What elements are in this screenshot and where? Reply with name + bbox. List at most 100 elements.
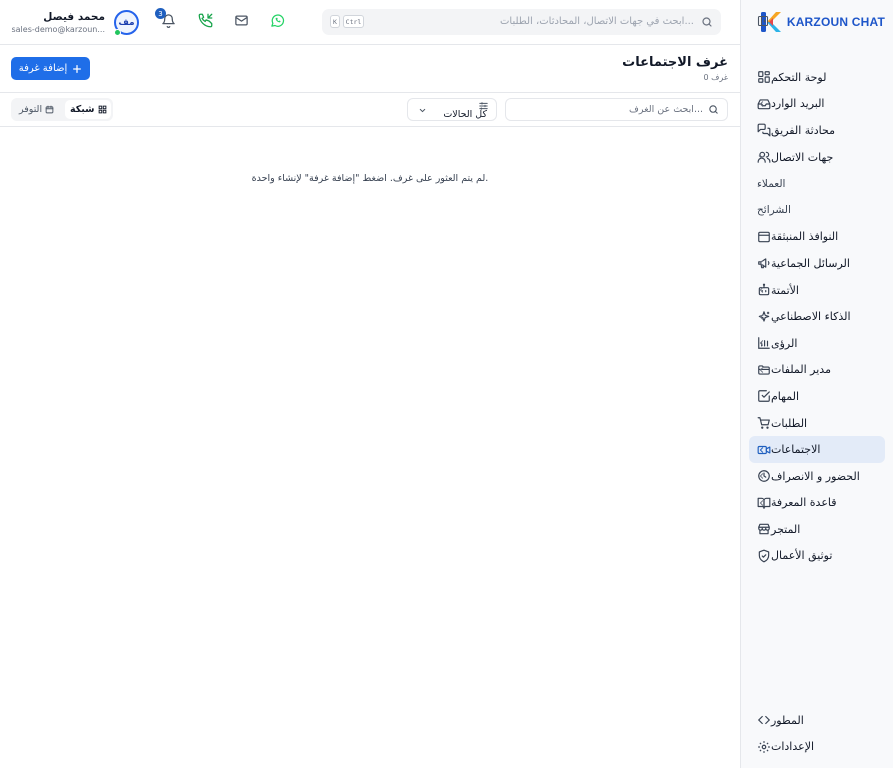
sidebar-item-broadcasts[interactable]: الرسائل الجماعية xyxy=(749,250,885,277)
brand-name: KARZOUN CHAT xyxy=(786,15,885,29)
view-grid-tab[interactable]: شبكة xyxy=(65,100,111,119)
shortcut-ctrl-key: Ctrl xyxy=(343,15,364,28)
add-room-button[interactable]: إضافة غرفة xyxy=(11,57,90,80)
status-filter-value: كل الحالات xyxy=(443,109,487,120)
user-email: sales-demo@karzoun... xyxy=(11,25,105,34)
chevron-left-icon xyxy=(757,286,766,295)
sidebar-item-developer[interactable]: المطور xyxy=(749,707,885,734)
sidebar-item-attendance[interactable]: الحضور و الانصراف xyxy=(749,463,885,490)
chevron-down-icon xyxy=(418,106,427,115)
global-search[interactable]: ابحث في جهات الاتصال، المحادثات، الطلبات… xyxy=(322,9,721,35)
sidebar-item-label: المطور xyxy=(771,713,804,727)
sidebar: KARZOUN CHAT لوحة التحكم البريد الوارد م… xyxy=(740,0,893,768)
rooms-count: 0 غرف xyxy=(703,73,728,82)
sidebar-item-dashboard[interactable]: لوحة التحكم xyxy=(749,64,885,91)
sidebar-item-label: قاعدة المعرفة xyxy=(771,496,837,510)
chevron-left-icon xyxy=(757,498,766,507)
chevron-left-icon xyxy=(757,99,766,108)
whatsapp-icon[interactable] xyxy=(270,13,285,28)
sidebar-item-label: البريد الوارد xyxy=(771,97,825,111)
sidebar-item-label: الرؤى xyxy=(771,336,798,350)
sidebar-item-ai[interactable]: الذكاء الاصطناعي xyxy=(749,303,885,330)
global-search-placeholder: ابحث في جهات الاتصال، المحادثات، الطلبات… xyxy=(500,16,694,27)
online-status-dot xyxy=(114,29,121,36)
sidebar-item-file-manager[interactable]: مدير الملفات xyxy=(749,357,885,384)
sidebar-item-automation[interactable]: الأتمتة xyxy=(749,277,885,304)
sidebar-subitem-segments[interactable]: الشرائح xyxy=(749,197,885,224)
sidebar-item-meetings[interactable]: الاجتماعات xyxy=(749,436,885,463)
chevron-left-icon xyxy=(757,259,766,268)
code-icon xyxy=(757,713,771,727)
sidebar-nav: لوحة التحكم البريد الوارد محادثة الفريق … xyxy=(749,64,885,569)
sidebar-item-knowledge-base[interactable]: قاعدة المعرفة xyxy=(749,490,885,517)
sidebar-item-popups[interactable]: النوافذ المنبثقة xyxy=(749,224,885,251)
view-toggle: شبكة التوفر xyxy=(11,98,113,121)
page-title: غرف الاجتماعات xyxy=(622,55,728,70)
view-grid-label: شبكة xyxy=(70,104,95,115)
rooms-toolbar: ابحث عن الغرف... كل الحالات شبكة التوفر xyxy=(0,93,740,127)
store-icon xyxy=(757,522,771,536)
mail-icon[interactable] xyxy=(234,13,249,28)
gear-icon xyxy=(757,740,771,754)
chevron-left-icon xyxy=(757,365,766,374)
sidebar-item-label: مدير الملفات xyxy=(771,363,831,377)
chevron-left-icon xyxy=(757,339,766,348)
sidebar-item-label: الإعدادات xyxy=(771,740,815,754)
brand-logo[interactable]: KARZOUN CHAT xyxy=(759,10,885,34)
rooms-search-placeholder: ابحث عن الغرف... xyxy=(629,104,703,115)
sidebar-item-label: العملاء xyxy=(757,177,786,190)
sidebar-item-business-verification[interactable]: توثيق الأعمال xyxy=(749,543,885,570)
sidebar-item-inbox[interactable]: البريد الوارد xyxy=(749,91,885,118)
sidebar-item-label: جهات الاتصال xyxy=(771,150,834,164)
sidebar-item-label: الاجتماعات xyxy=(771,443,821,457)
sidebar-item-label: الذكاء الاصطناعي xyxy=(771,310,851,324)
sidebar-item-label: النوافذ المنبثقة xyxy=(771,230,839,244)
view-availability-tab[interactable]: التوفر xyxy=(14,100,62,119)
phone-incoming-icon[interactable] xyxy=(198,13,213,28)
sidebar-item-label: الطلبات xyxy=(771,416,808,430)
sidebar-item-label: توثيق الأعمال xyxy=(771,549,833,563)
notification-count-badge: 3 xyxy=(155,8,166,19)
sidebar-item-label: المهام xyxy=(771,389,799,403)
team-chat-icon xyxy=(757,123,771,137)
sidebar-item-label: الشرائح xyxy=(757,204,791,217)
dashboard-icon xyxy=(757,70,771,84)
popup-window-icon xyxy=(757,230,771,244)
top-header: ابحث في جهات الاتصال، المحادثات، الطلبات… xyxy=(0,0,740,45)
calendar-icon xyxy=(45,105,54,114)
sidebar-subitem-customers[interactable]: العملاء xyxy=(749,170,885,197)
cart-icon xyxy=(757,416,771,430)
sidebar-item-label: محادثة الفريق xyxy=(771,123,835,137)
sidebar-item-label: لوحة التحكم xyxy=(771,70,827,84)
rooms-search-input[interactable]: ابحث عن الغرف... xyxy=(505,98,728,121)
page-header: غرف الاجتماعات 0 غرف إضافة غرفة xyxy=(0,45,740,93)
add-room-label: إضافة غرفة xyxy=(18,63,68,74)
checkbox-icon xyxy=(757,389,771,403)
sidebar-item-orders[interactable]: الطلبات xyxy=(749,410,885,437)
empty-state-message: لم يتم العثور على غرف. اضغط "إضافة غرفة"… xyxy=(251,173,489,184)
status-filter-select[interactable]: كل الحالات xyxy=(407,98,497,121)
chevron-down-icon xyxy=(757,153,766,162)
chevron-left-icon xyxy=(757,445,766,454)
sidebar-item-tasks[interactable]: المهام xyxy=(749,383,885,410)
sidebar-item-label: الرسائل الجماعية xyxy=(771,256,850,270)
search-icon xyxy=(708,104,719,115)
user-name: محمد فيصل xyxy=(43,11,105,23)
search-icon xyxy=(701,16,713,28)
sidebar-item-team-chat[interactable]: محادثة الفريق xyxy=(749,117,885,144)
sidebar-item-store[interactable]: المتجر xyxy=(749,516,885,543)
sidebar-item-label: الحضور و الانصراف xyxy=(771,469,860,483)
chevron-left-icon xyxy=(757,472,766,481)
view-availability-label: التوفر xyxy=(19,104,43,115)
sidebar-bottom-nav: المطور الإعدادات xyxy=(749,707,885,760)
sidebar-item-settings[interactable]: الإعدادات xyxy=(749,734,885,761)
plus-icon xyxy=(72,64,82,74)
sidebar-item-label: الأتمتة xyxy=(771,283,799,297)
chevron-left-icon xyxy=(757,312,766,321)
shortcut-k-key: K xyxy=(330,15,340,28)
sidebar-collapse-icon[interactable] xyxy=(757,15,769,27)
sidebar-item-contacts[interactable]: جهات الاتصال xyxy=(749,144,885,171)
shield-check-icon xyxy=(757,549,771,563)
grid-icon xyxy=(98,105,107,114)
sidebar-item-insights[interactable]: الرؤى xyxy=(749,330,885,357)
